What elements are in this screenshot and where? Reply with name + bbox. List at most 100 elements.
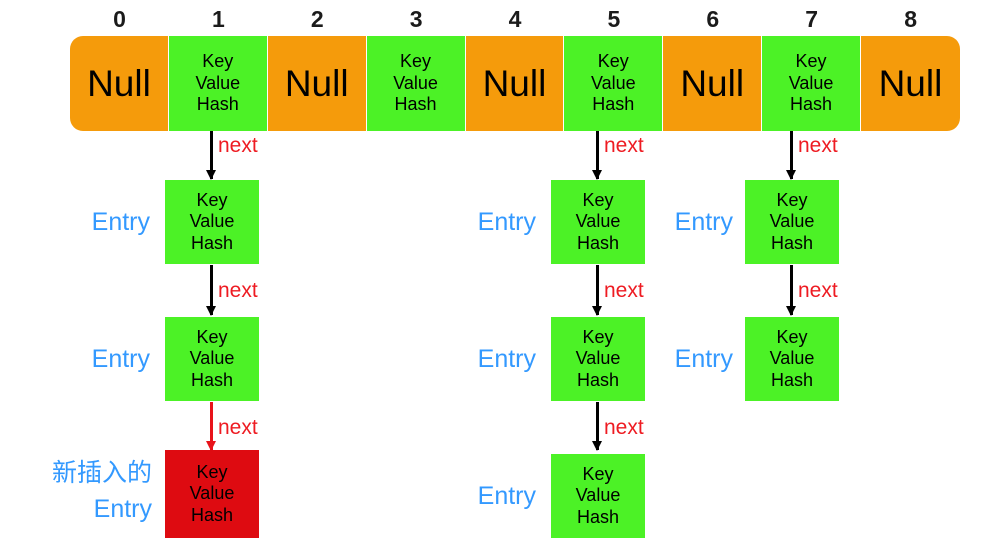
chain-3-node-0[interactable]: Key Value Hash <box>745 180 839 264</box>
bucket-null-label: Null <box>680 62 745 104</box>
entry-key-label: Key <box>795 51 827 72</box>
chain-2-arrow-1 <box>591 265 602 316</box>
chain-2-entry-label-0: Entry <box>477 208 536 236</box>
entry-hash-label: Hash <box>592 94 635 115</box>
chain-1-next-label-0: next <box>218 134 258 157</box>
chain-1-node-1[interactable]: Key Value Hash <box>165 317 259 401</box>
entry-value-label: Value <box>769 348 815 369</box>
entry-value-label: Value <box>189 483 235 504</box>
entry-value-label: Value <box>575 485 621 506</box>
bucket-array: Null Key Value Hash Null Key Value Hash … <box>70 36 960 131</box>
arrow-head-icon <box>785 170 796 180</box>
entry-fields: Key Value Hash <box>770 190 815 255</box>
chain-1-next-label-2: next <box>218 416 258 439</box>
bucket-null-label: Null <box>482 62 547 104</box>
entry-value-label: Value <box>769 211 815 232</box>
bucket-index-1: 1 <box>211 6 225 32</box>
chain-3-next-label-0: next <box>798 134 838 157</box>
new-entry-label-en: Entry <box>93 495 152 523</box>
arrow-head-icon <box>205 306 216 316</box>
bucket-index-7: 7 <box>805 6 819 32</box>
chain-3-node-1[interactable]: Key Value Hash <box>745 317 839 401</box>
bucket-cell-0[interactable]: Null <box>70 36 169 131</box>
bucket-index-4: 4 <box>508 6 522 32</box>
chain-2-next-label-1: next <box>604 279 644 302</box>
chain-3-next-label-1: next <box>798 279 838 302</box>
chain-1-arrow-0 <box>205 131 216 180</box>
chain-3-entry-label-1: Entry <box>674 345 733 373</box>
bucket-cell-4[interactable]: Null <box>465 36 565 131</box>
chain-3-arrow-0 <box>785 131 796 180</box>
bucket-index-8: 8 <box>904 6 917 32</box>
bucket-index-3: 3 <box>409 6 423 32</box>
entry-value-label: Value <box>590 72 636 93</box>
bucket-null-label: Null <box>284 62 349 104</box>
entry-key-label: Key <box>582 463 614 484</box>
entry-fields: Key Value Hash <box>789 51 834 116</box>
bucket-null-label: Null <box>87 62 151 104</box>
entry-key-label: Key <box>400 51 432 72</box>
entry-key-label: Key <box>196 461 228 482</box>
entry-fields: Key Value Hash <box>190 327 235 392</box>
bucket-cell-8[interactable]: Null <box>861 36 960 131</box>
arrow-head-icon <box>205 170 216 180</box>
entry-hash-label: Hash <box>190 504 233 525</box>
entry-key-label: Key <box>597 51 629 72</box>
chain-3-arrow-1 <box>785 265 796 316</box>
chain-1-arrow-2 <box>205 402 216 451</box>
entry-key-label: Key <box>776 189 808 210</box>
arrow-head-icon <box>785 306 796 316</box>
entry-hash-label: Hash <box>196 94 239 115</box>
entry-key-label: Key <box>196 189 228 210</box>
chain-2-entry-label-2: Entry <box>477 482 536 510</box>
entry-fields: Key Value Hash <box>576 464 621 529</box>
new-entry-label-cn: 新插入的 <box>51 459 152 487</box>
entry-value-label: Value <box>195 72 241 93</box>
entry-value-label: Value <box>189 348 235 369</box>
entry-hash-label: Hash <box>770 232 813 253</box>
arrow-head-icon <box>591 306 602 316</box>
chain-1-entry-label-0: Entry <box>91 208 150 236</box>
chain-2-entry-label-1: Entry <box>477 345 536 373</box>
arrow-head-icon <box>591 170 602 180</box>
entry-hash-label: Hash <box>576 506 619 527</box>
chain-1-node-2-new[interactable]: Key Value Hash <box>165 450 259 538</box>
bucket-cell-7[interactable]: Key Value Hash <box>762 36 861 131</box>
entry-fields: Key Value Hash <box>195 51 240 116</box>
entry-fields: Key Value Hash <box>190 462 235 527</box>
chain-1-new-entry-label: 新插入的 Entry <box>0 455 152 527</box>
bucket-cell-5[interactable]: Key Value Hash <box>564 36 664 131</box>
arrow-head-icon <box>591 441 602 451</box>
chain-1-next-label-1: next <box>218 279 258 302</box>
chain-2-arrow-0 <box>591 131 602 180</box>
bucket-cell-6[interactable]: Null <box>663 36 763 131</box>
bucket-cell-3[interactable]: Key Value Hash <box>366 36 466 131</box>
chain-1-node-0[interactable]: Key Value Hash <box>165 180 259 264</box>
bucket-cell-2[interactable]: Null <box>267 36 367 131</box>
chain-2-node-2[interactable]: Key Value Hash <box>551 454 645 538</box>
entry-key-label: Key <box>776 326 808 347</box>
chain-2-arrow-2 <box>591 402 602 451</box>
chain-1-entry-label-1: Entry <box>91 345 150 373</box>
entry-hash-label: Hash <box>190 232 233 253</box>
chain-3-entry-label-0: Entry <box>674 208 733 236</box>
hashmap-diagram: 0 1 2 3 4 5 6 7 8 Null Key Value Hash Nu… <box>0 0 1000 558</box>
entry-fields: Key Value Hash <box>190 190 235 255</box>
entry-hash-label: Hash <box>770 369 813 390</box>
entry-fields: Key Value Hash <box>770 327 815 392</box>
chain-2-next-label-2: next <box>604 416 644 439</box>
chain-1-arrow-1 <box>205 265 216 316</box>
bucket-index-5: 5 <box>607 6 621 32</box>
bucket-index-6: 6 <box>706 6 720 32</box>
entry-hash-label: Hash <box>790 94 833 115</box>
chain-2-next-label-0: next <box>604 134 644 157</box>
bucket-cell-1[interactable]: Key Value Hash <box>168 36 268 131</box>
entry-hash-label: Hash <box>394 94 437 115</box>
entry-fields: Key Value Hash <box>393 51 438 116</box>
entry-value-label: Value <box>189 211 235 232</box>
entry-fields: Key Value Hash <box>591 51 636 116</box>
entry-hash-label: Hash <box>190 369 233 390</box>
bucket-null-label: Null <box>878 62 943 104</box>
entry-key-label: Key <box>196 326 228 347</box>
bucket-index-2: 2 <box>310 6 324 32</box>
